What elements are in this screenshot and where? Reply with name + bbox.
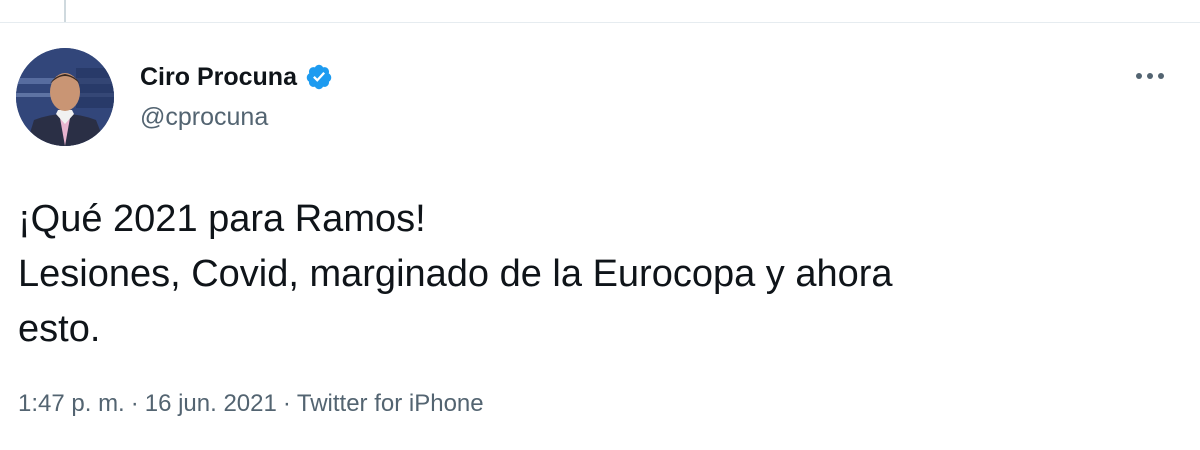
- more-options-icon[interactable]: [1128, 62, 1172, 90]
- tweet-time-link[interactable]: 1:47 p. m.: [18, 390, 125, 417]
- tweet-text-line: esto.: [18, 308, 101, 350]
- avatar[interactable]: [16, 48, 114, 146]
- thread-connector-line: [64, 0, 66, 22]
- author-display-name[interactable]: Ciro Procuna: [140, 63, 297, 92]
- tweet-date-link[interactable]: 16 jun. 2021: [145, 390, 277, 417]
- tweet-source-link[interactable]: Twitter for iPhone: [297, 390, 484, 417]
- author-handle[interactable]: @cprocuna: [140, 103, 268, 132]
- meta-separator: ·: [130, 390, 139, 417]
- meta-separator: ·: [282, 390, 291, 417]
- verified-badge-icon: [306, 64, 332, 90]
- profile-photo-icon: [16, 48, 114, 146]
- tweet-text-line: Lesiones, Covid, marginado de la Eurocop…: [18, 253, 893, 295]
- tweet-text: ¡Qué 2021 para Ramos! Lesiones, Covid, m…: [18, 192, 1178, 357]
- tweet-text-line: ¡Qué 2021 para Ramos!: [18, 198, 426, 240]
- tweet-metadata: 1:47 p. m. · 16 jun. 2021 · Twitter for iPho…: [18, 390, 484, 418]
- top-divider: [0, 0, 1200, 23]
- author-name-row: Ciro Procuna: [140, 60, 333, 94]
